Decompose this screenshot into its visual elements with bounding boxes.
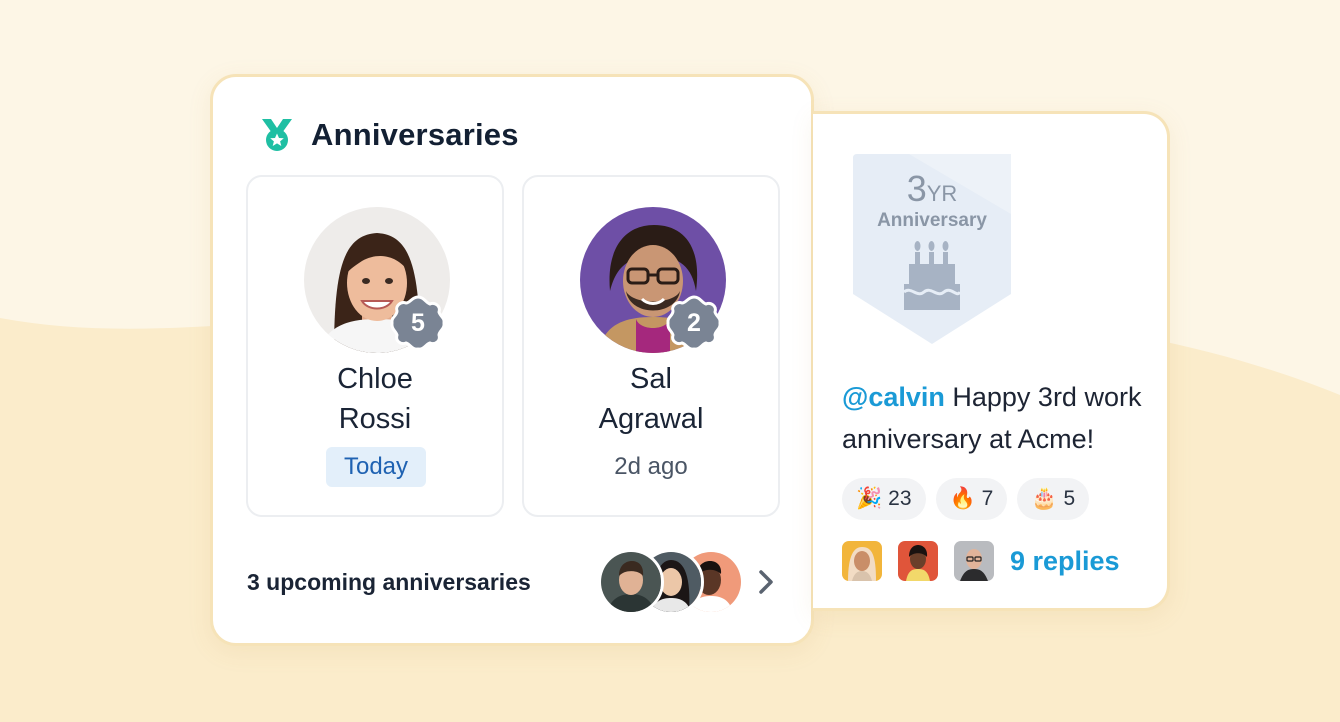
post-message: @calvin Happy 3rd work anniversary at Ac… bbox=[842, 376, 1162, 460]
anniversary-person-card[interactable]: 2 Sal Agrawal 2d ago bbox=[522, 175, 780, 517]
reaction-count: 23 bbox=[888, 487, 912, 510]
person-first-name: Chloe bbox=[337, 363, 413, 395]
anniversaries-card: Anniversaries 5 Chloe Rossi Today 2 Sal … bbox=[210, 74, 814, 646]
badge-label: Anniversary bbox=[877, 210, 987, 231]
reactions-row: 🎉 23 🔥 7 🎂 5 bbox=[842, 478, 1099, 520]
anniversary-badge: 3YR Anniversary bbox=[849, 154, 1015, 346]
fire-icon: 🔥 bbox=[949, 487, 976, 510]
person-first-name: Sal bbox=[630, 363, 672, 395]
chevron-right-icon[interactable] bbox=[753, 567, 779, 597]
reaction-cake[interactable]: 🎂 5 bbox=[1017, 478, 1090, 520]
avatar bbox=[898, 541, 938, 581]
medal-icon bbox=[262, 119, 292, 151]
badge-years: 3YR bbox=[906, 168, 958, 209]
upcoming-anniversaries-link[interactable]: 3 upcoming anniversaries bbox=[247, 569, 531, 596]
years-count: 2 bbox=[687, 308, 701, 337]
reaction-party[interactable]: 🎉 23 bbox=[842, 478, 926, 520]
avatar bbox=[842, 541, 882, 581]
reaction-count: 7 bbox=[981, 487, 994, 510]
anniversary-post-card: 3YR Anniversary @calvin Happy 3rd work a… bbox=[813, 111, 1170, 611]
anniversary-person-card[interactable]: 5 Chloe Rossi Today bbox=[246, 175, 504, 517]
cake-icon: 🎂 bbox=[1031, 487, 1058, 510]
years-badge: 2 bbox=[666, 295, 722, 351]
person-last-name: Rossi bbox=[338, 403, 412, 435]
avatar bbox=[954, 541, 994, 581]
reaction-fire[interactable]: 🔥 7 bbox=[935, 478, 1008, 520]
reaction-count: 5 bbox=[1063, 487, 1076, 510]
person-name: Chloe Rossi bbox=[248, 359, 502, 439]
replies-row: 9 replies bbox=[842, 541, 1120, 581]
avatar bbox=[598, 549, 664, 615]
replies-link[interactable]: 9 replies bbox=[1010, 546, 1120, 577]
party-popper-icon: 🎉 bbox=[856, 487, 883, 510]
anniversaries-header: Anniversaries bbox=[259, 117, 519, 153]
upcoming-avatars[interactable] bbox=[598, 549, 744, 615]
years-count: 5 bbox=[411, 308, 425, 337]
anniversary-time-ago: 2d ago bbox=[614, 453, 688, 480]
person-last-name: Agrawal bbox=[598, 403, 704, 435]
years-badge: 5 bbox=[390, 295, 446, 351]
anniversaries-title: Anniversaries bbox=[311, 117, 519, 152]
person-name: Sal Agrawal bbox=[524, 359, 778, 439]
mention-link[interactable]: @calvin bbox=[842, 382, 945, 412]
today-badge: Today bbox=[326, 447, 426, 487]
